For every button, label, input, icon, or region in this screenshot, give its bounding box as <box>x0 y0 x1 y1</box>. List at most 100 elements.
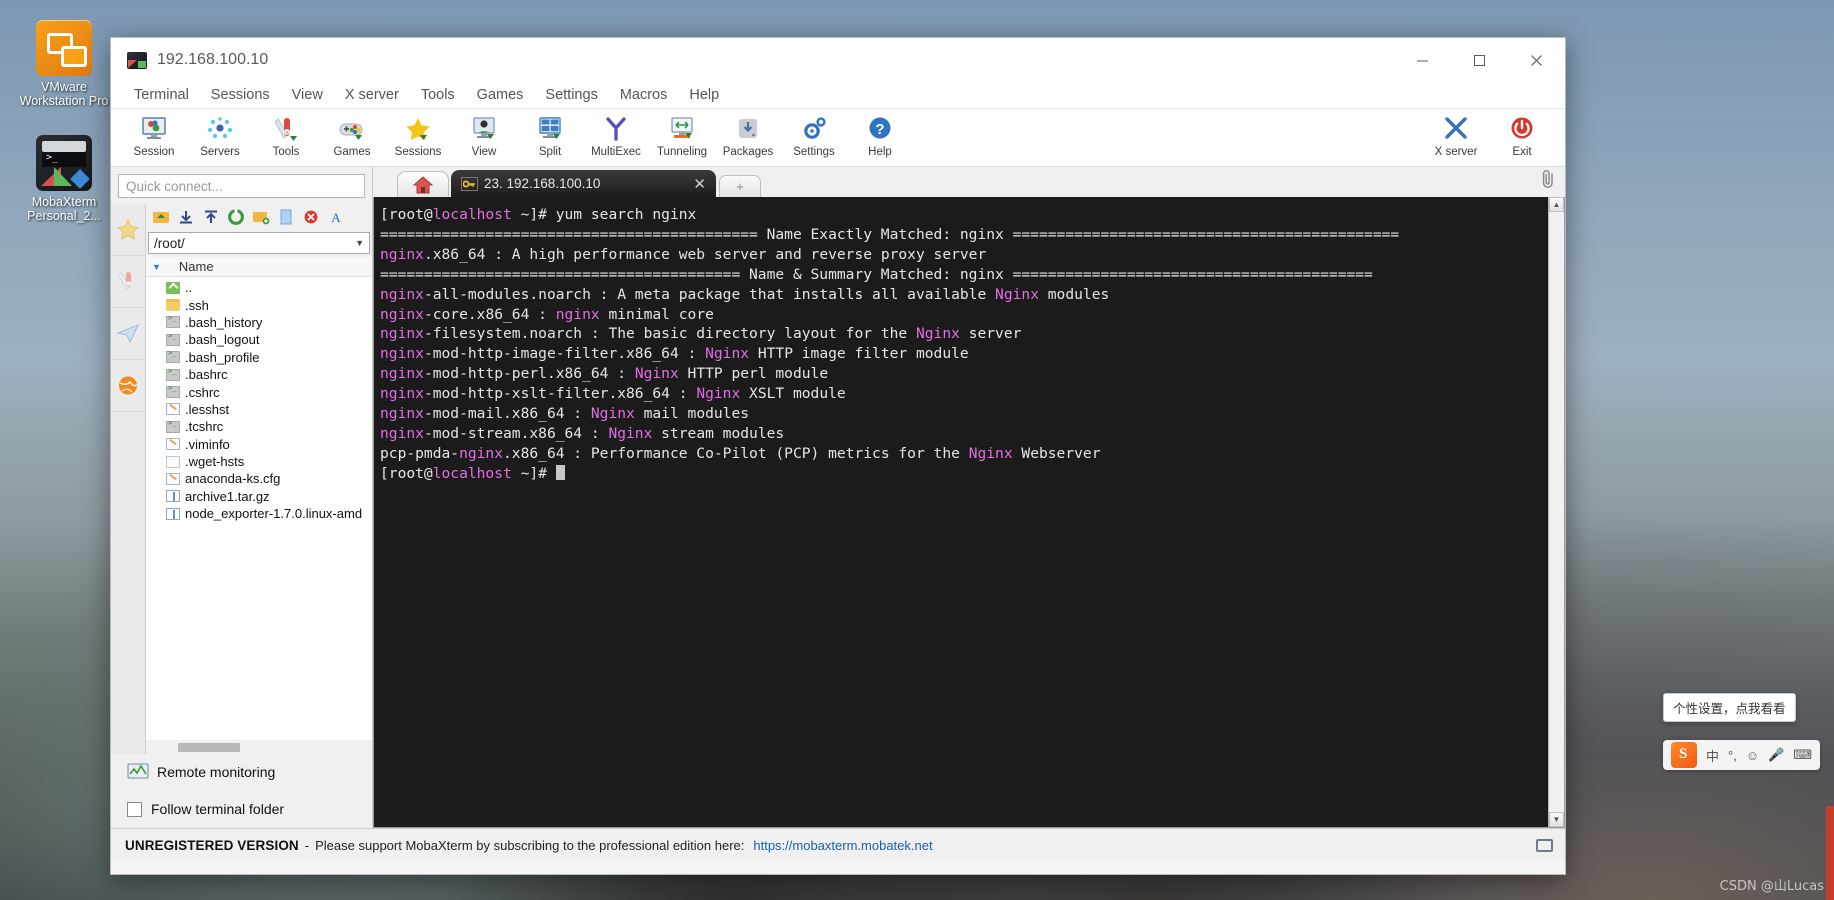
terminal-text: Webserver <box>1012 444 1101 462</box>
toolbar-button-split[interactable]: Split <box>517 112 583 158</box>
quick-connect-input[interactable]: Quick connect... <box>118 174 365 198</box>
chevron-down-icon[interactable]: ▼ <box>355 238 364 248</box>
mobaxterm-link[interactable]: https://mobaxterm.mobatek.net <box>753 838 932 853</box>
sidebar-tab-macros[interactable] <box>111 308 145 360</box>
terminal-scrollbar[interactable]: ▲ ▼ <box>1548 197 1564 827</box>
menu-item-terminal[interactable]: Terminal <box>123 85 200 105</box>
sidebar-tab-tools[interactable] <box>111 256 145 308</box>
chevron-down-icon[interactable]: ▼ <box>1549 812 1564 827</box>
script-file-icon <box>166 419 180 433</box>
sogou-logo-icon[interactable] <box>1671 742 1697 768</box>
toolbar-button-session[interactable]: Session <box>121 112 187 158</box>
paperclip-icon[interactable] <box>1539 169 1557 194</box>
delete-button[interactable] <box>300 207 322 228</box>
sidebar-tab-sessions[interactable] <box>111 204 145 256</box>
menu-item-x-server[interactable]: X server <box>334 85 410 105</box>
menu-item-tools[interactable]: Tools <box>410 85 466 105</box>
new-folder-button[interactable] <box>250 207 272 228</box>
ime-language-mode[interactable]: 中 <box>1706 746 1719 765</box>
list-item[interactable]: .bash_profile <box>146 349 372 366</box>
terminal-text: [root@ <box>380 464 433 482</box>
terminal-line: nginx-all-modules.noarch : A meta packag… <box>380 285 1548 305</box>
follow-terminal-folder-checkbox[interactable] <box>127 801 142 817</box>
menu-item-help[interactable]: Help <box>678 85 730 105</box>
follow-terminal-folder-row[interactable]: Follow terminal folder <box>111 790 372 828</box>
toolbar-button-sessions[interactable]: Sessions <box>385 112 451 158</box>
monitor-icon[interactable] <box>1536 838 1553 852</box>
list-item[interactable]: .lesshst <box>146 401 372 418</box>
terminal-text: localhost <box>432 464 512 482</box>
file-list-horizontal-scrollbar[interactable] <box>146 740 372 754</box>
list-item[interactable]: .. <box>146 279 372 296</box>
menu-item-games[interactable]: Games <box>466 85 535 105</box>
scrollbar-thumb[interactable] <box>178 742 240 752</box>
ime-tooltip[interactable]: 个性设置，点我看看 <box>1663 693 1796 722</box>
refresh-button[interactable] <box>225 207 247 228</box>
menu-item-view[interactable]: View <box>281 85 334 105</box>
terminal-text: Nginx <box>608 424 653 442</box>
list-item[interactable]: node_exporter-1.7.0.linux-amd <box>146 505 372 522</box>
download-button[interactable] <box>175 207 197 228</box>
list-item[interactable]: .cshrc <box>146 383 372 400</box>
ime-emoji-picker[interactable]: ☺ <box>1746 748 1759 763</box>
terminal-line: ========================================… <box>380 265 1548 285</box>
toolbar-button-help[interactable]: ? Help <box>847 112 913 158</box>
list-item[interactable]: anaconda-ks.cfg <box>146 470 372 487</box>
list-item[interactable]: .viminfo <box>146 436 372 453</box>
close-icon[interactable]: ✕ <box>681 175 706 193</box>
desktop-icon-label: MobaXterm Personal_2... <box>27 195 101 223</box>
menu-item-settings[interactable]: Settings <box>534 85 608 105</box>
go-up-button[interactable] <box>150 207 172 228</box>
remote-monitoring-label: Remote monitoring <box>157 764 276 780</box>
list-item[interactable]: .bash_history <box>146 314 372 331</box>
toolbar-button-games[interactable]: Games <box>319 112 385 158</box>
toolbar-button-tools[interactable]: + Tools <box>253 112 319 158</box>
terminal-output[interactable]: [root@localhost ~]# yum search nginx ====… <box>374 197 1548 827</box>
ime-keyboard-picker[interactable]: ⌨ <box>1793 747 1812 763</box>
toolbar-button-packages[interactable]: Packages <box>715 112 781 158</box>
toolbar-button-servers[interactable]: Servers <box>187 112 253 158</box>
remote-monitoring-row[interactable]: Remote monitoring <box>111 754 372 790</box>
session-tab[interactable]: 23. 192.168.100.10 ✕ <box>451 170 716 197</box>
sftp-path-input[interactable]: /root/ ▼ <box>148 232 370 254</box>
file-list[interactable]: .. .ssh .bash_history .bash_logout .bash… <box>146 277 372 740</box>
sort-caret-icon[interactable]: ▼ <box>152 262 161 272</box>
home-tab[interactable] <box>397 171 449 197</box>
file-name: .lesshst <box>185 401 230 417</box>
list-item[interactable]: .bashrc <box>146 366 372 383</box>
maximize-button[interactable] <box>1451 38 1508 82</box>
terminal-text: nginx <box>380 365 424 383</box>
list-item[interactable]: .ssh <box>146 296 372 313</box>
list-item[interactable]: archive1.tar.gz <box>146 488 372 505</box>
upload-button[interactable] <box>200 207 222 228</box>
desktop-icon-mobaxterm[interactable]: MobaXterm Personal_2... <box>12 135 116 223</box>
close-button[interactable] <box>1508 38 1565 82</box>
toolbar-button-x-server[interactable]: X server <box>1423 112 1489 158</box>
list-item[interactable]: .tcshrc <box>146 418 372 435</box>
list-item[interactable]: .wget-hsts <box>146 453 372 470</box>
terminal-text: nginx <box>380 385 424 403</box>
toolbar-button-multiexec[interactable]: MultiExec <box>583 112 649 158</box>
text-mode-button[interactable]: A <box>325 207 347 228</box>
sidebar-tab-sftp[interactable] <box>111 360 145 412</box>
menu-item-macros[interactable]: Macros <box>609 85 679 105</box>
list-item[interactable]: .bash_logout <box>146 331 372 348</box>
ime-punctuation-mode[interactable]: °, <box>1728 748 1737 763</box>
toolbar-button-settings[interactable]: Settings <box>781 112 847 158</box>
new-file-button[interactable] <box>275 207 297 228</box>
toolbar-button-tunneling[interactable]: Tunneling <box>649 112 715 158</box>
new-tab-button[interactable]: + <box>719 175 761 197</box>
terminal-text: localhost <box>432 206 512 223</box>
ime-voice-input[interactable]: 🎤 <box>1768 747 1784 763</box>
file-name: .bash_logout <box>185 332 260 348</box>
terminal-text: yum search nginx <box>555 206 697 223</box>
terminal-text: nginx <box>380 345 424 363</box>
desktop-icon-vmware[interactable]: VMware Workstation Pro <box>12 20 116 108</box>
minimize-button[interactable] <box>1394 38 1451 82</box>
toolbar-button-view[interactable]: View <box>451 112 517 158</box>
toolbar-button-exit[interactable]: Exit <box>1489 112 1555 158</box>
menu-item-sessions[interactable]: Sessions <box>200 85 281 105</box>
file-name: node_exporter-1.7.0.linux-amd <box>185 506 363 522</box>
chevron-up-icon[interactable]: ▲ <box>1549 197 1564 212</box>
terminal-line: nginx-mod-http-xslt-filter.x86_64 : Ngin… <box>380 384 1548 404</box>
